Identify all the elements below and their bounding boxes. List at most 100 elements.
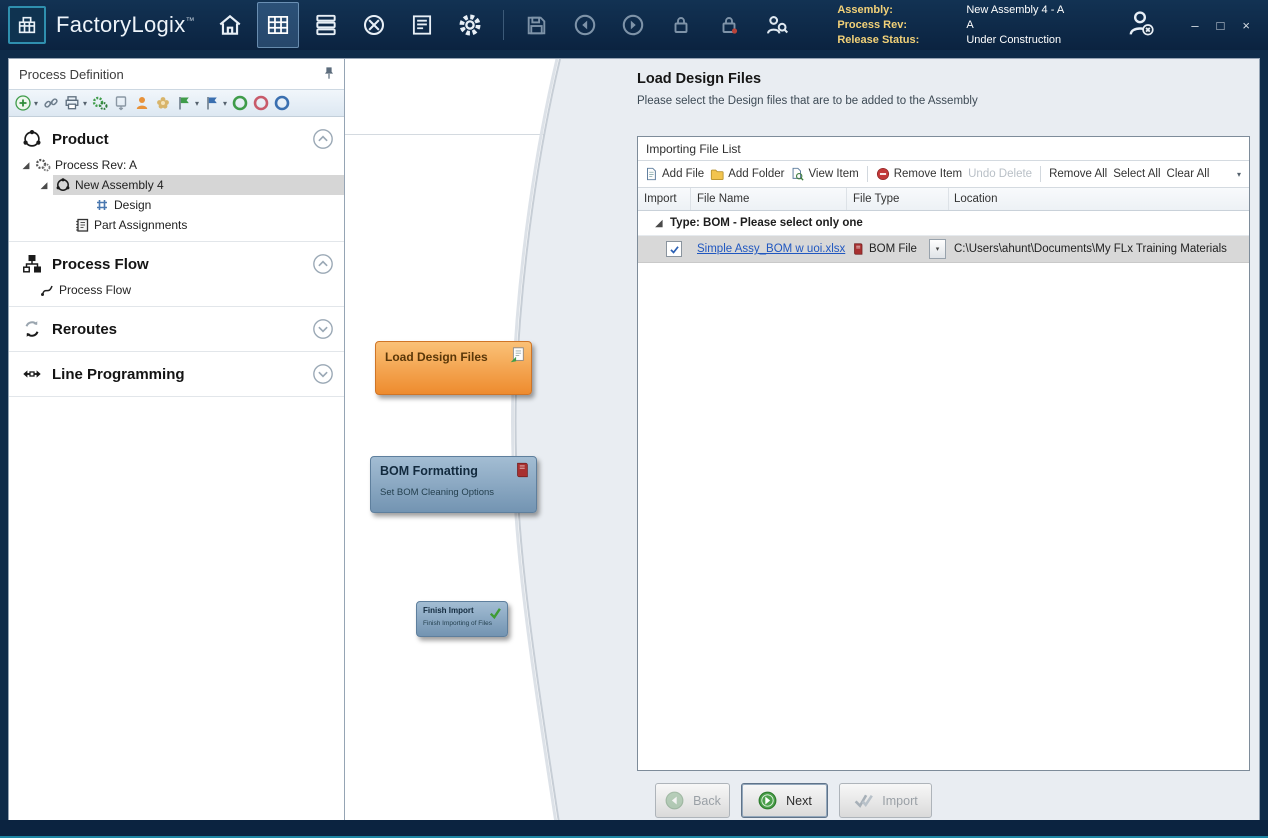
add-file-button[interactable]: Add File — [644, 167, 704, 181]
minimize-button[interactable]: – — [1191, 18, 1198, 33]
flow-curve-decoration — [345, 59, 637, 822]
wizard-step-bom-formatting[interactable]: BOM Formatting Set BOM Cleaning Options — [370, 456, 537, 513]
import-button[interactable]: Import — [839, 783, 932, 818]
app-title: FactoryLogix™ — [56, 12, 195, 38]
settings-button[interactable] — [449, 2, 491, 48]
import-button-label: Import — [882, 794, 917, 808]
reroutes-icon — [21, 318, 43, 340]
flow-line-icon — [39, 282, 55, 298]
maximize-button[interactable]: □ — [1217, 18, 1225, 33]
selected-tree-item[interactable]: New Assembly 4 — [53, 175, 344, 195]
file-type-combobox[interactable]: BOM File ▾ — [847, 236, 949, 262]
select-all-button[interactable]: Select All — [1113, 168, 1160, 180]
back-nav-button[interactable] — [564, 2, 606, 48]
close-button[interactable]: × — [1242, 18, 1250, 33]
flag-green-caret-icon[interactable]: ▾ — [195, 99, 199, 108]
wizard-flow-strip: Load Design Files BOM Formatting Set BOM… — [345, 59, 637, 822]
pin-icon[interactable] — [322, 66, 336, 83]
process-gears-icon[interactable] — [92, 95, 108, 111]
expand-reroutes-button[interactable] — [312, 318, 334, 340]
remove-item-button[interactable]: Remove Item — [876, 167, 962, 181]
view-item-button[interactable]: View Item — [790, 167, 858, 181]
column-file-name[interactable]: File Name — [691, 188, 847, 210]
certificate-icon[interactable] — [113, 95, 129, 111]
expander-icon[interactable]: ◢ — [39, 180, 49, 191]
add-item-button[interactable] — [15, 95, 31, 111]
bom-file-icon — [851, 242, 865, 256]
unlock-button[interactable] — [708, 2, 750, 48]
file-type-dropdown-icon[interactable]: ▾ — [929, 239, 946, 259]
add-item-caret-icon[interactable]: ▾ — [34, 99, 38, 108]
file-list-title: Importing File List — [638, 137, 1249, 161]
assembly-value: New Assembly 4 - A — [966, 3, 1097, 17]
home-button[interactable] — [209, 2, 251, 48]
group-header-row[interactable]: ◢ Type: BOM - Please select only one — [638, 211, 1249, 236]
wizard-step-finish-import[interactable]: Finish Import Finish Importing of Files — [416, 601, 508, 637]
wizard-step-load-design-files[interactable]: Load Design Files — [375, 341, 532, 395]
back-button[interactable]: Back — [655, 783, 730, 818]
expander-icon[interactable]: ◢ — [21, 160, 31, 171]
flag-blue-button[interactable] — [204, 95, 220, 111]
status-green-icon[interactable] — [232, 95, 248, 111]
tree-item-assembly[interactable]: ◢ New Assembly 4 — [9, 175, 344, 195]
add-folder-button[interactable]: Add Folder — [710, 167, 784, 181]
file-row[interactable]: Simple Assy_BOM w uoi.xlsx BOM File ▾ C:… — [638, 236, 1249, 263]
status-red-icon[interactable] — [253, 95, 269, 111]
tree-item-label: Part Assignments — [94, 218, 187, 232]
tree-item-process-rev[interactable]: ◢ Process Rev: A — [9, 155, 344, 175]
flag-green-button[interactable] — [176, 95, 192, 111]
tree-item-process-flow[interactable]: Process Flow — [9, 280, 344, 300]
process-definition-button[interactable] — [257, 2, 299, 48]
column-import[interactable]: Import — [638, 188, 691, 210]
column-location[interactable]: Location — [949, 188, 1249, 210]
collapse-process-flow-button[interactable] — [312, 253, 334, 275]
flag-blue-caret-icon[interactable]: ▾ — [223, 99, 227, 108]
link-icon[interactable] — [43, 95, 59, 111]
page-title: Load Design Files — [637, 71, 761, 87]
section-product[interactable]: Product — [9, 123, 344, 155]
step-label: Load Design Files — [385, 350, 522, 364]
section-product-label: Product — [52, 131, 303, 148]
dispatch-button[interactable] — [353, 2, 395, 48]
part-assignments-icon — [74, 217, 90, 233]
section-line-programming[interactable]: Line Programming — [9, 358, 344, 390]
section-divider — [9, 396, 344, 397]
file-name-link[interactable]: Simple Assy_BOM w uoi.xlsx — [691, 243, 845, 255]
reports-button[interactable] — [401, 2, 443, 48]
app-window: FactoryLogix™ — [0, 0, 1268, 838]
section-divider — [9, 241, 344, 242]
print-button[interactable] — [64, 95, 80, 111]
tree-item-design[interactable]: Design — [9, 195, 344, 215]
collapse-product-button[interactable] — [312, 128, 334, 150]
column-file-type[interactable]: File Type — [847, 188, 949, 210]
section-divider — [9, 351, 344, 352]
design-icon — [94, 197, 110, 213]
toolbar-overflow-icon[interactable]: ▾ — [1237, 170, 1243, 179]
undo-delete-button[interactable]: Undo Delete — [968, 168, 1032, 180]
section-process-flow[interactable]: Process Flow — [9, 248, 344, 280]
process-rev-value: A — [966, 18, 1097, 32]
forward-nav-button[interactable] — [612, 2, 654, 48]
next-button[interactable]: Next — [741, 783, 828, 818]
group-expander-icon[interactable]: ◢ — [654, 218, 664, 229]
import-checkbox[interactable] — [666, 241, 682, 257]
process-definition-panel: Process Definition ▾ ▾ — [8, 58, 345, 822]
find-user-button[interactable] — [756, 2, 798, 48]
user-orange-icon[interactable] — [134, 95, 150, 111]
sidebar-title: Process Definition — [19, 67, 124, 82]
lock-button[interactable] — [660, 2, 702, 48]
expand-line-programming-button[interactable] — [312, 363, 334, 385]
tree-item-part-assignments[interactable]: Part Assignments — [9, 215, 344, 235]
status-blue-icon[interactable] — [274, 95, 290, 111]
print-caret-icon[interactable]: ▾ — [83, 99, 87, 108]
user-session-icon[interactable] — [1123, 6, 1157, 45]
section-reroutes[interactable]: Reroutes — [9, 313, 344, 345]
save-button[interactable] — [516, 2, 558, 48]
materials-button[interactable] — [305, 2, 347, 48]
favorites-icon[interactable] — [155, 95, 171, 111]
remove-all-button[interactable]: Remove All — [1049, 168, 1107, 180]
assembly-icon — [55, 177, 71, 193]
load-files-icon — [508, 346, 526, 369]
clear-all-button[interactable]: Clear All — [1167, 168, 1210, 180]
step-description: Set BOM Cleaning Options — [380, 487, 527, 498]
